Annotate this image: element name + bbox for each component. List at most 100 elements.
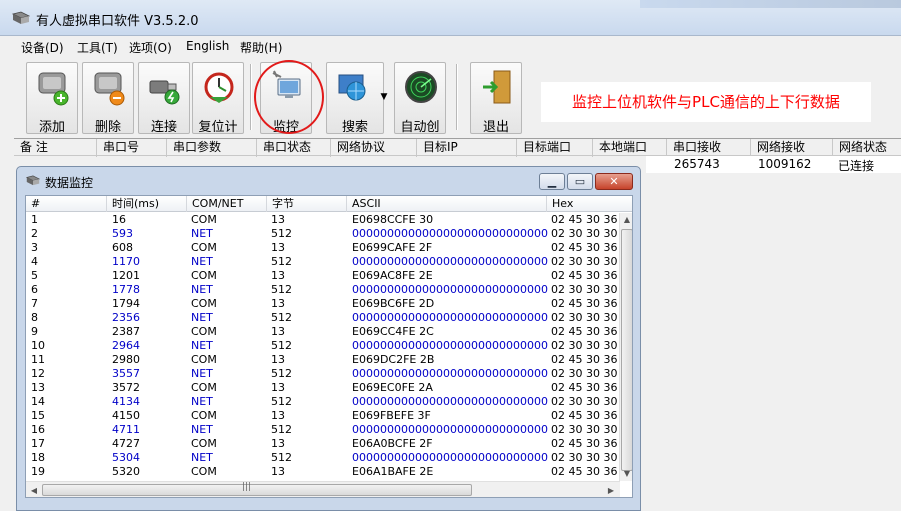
vertical-scroll-thumb[interactable] — [621, 229, 632, 471]
table-row[interactable]: 8 2356 NET 512 00000000000000000000000000000… — [26, 311, 620, 325]
row-hex: 02 30 30 30 3 — [551, 311, 617, 324]
net-status-value: 已连接 — [838, 159, 875, 173]
col-index[interactable]: # — [26, 196, 106, 212]
col-local-port[interactable]: 本地端口 — [592, 139, 666, 157]
table-row[interactable]: 16 4711 NET 512 0000000000000000000000000000… — [26, 423, 620, 437]
col-time[interactable]: 时间(ms) — [106, 196, 186, 212]
search-globe-icon — [338, 74, 366, 101]
row-time: 1794 — [112, 297, 140, 310]
menu-help[interactable]: 帮助(H) — [240, 39, 282, 56]
table-row[interactable]: 18 5304 NET 512 0000000000000000000000000000… — [26, 451, 620, 465]
row-ascii: 00000000000000000000000000000... — [352, 339, 548, 352]
table-row[interactable]: 9 2387 COM 13 E069CC4FE 2C 02 45 30 36 3 — [26, 325, 620, 339]
row-ascii: E0699CAFE 2F — [352, 241, 433, 254]
row-index: 4 — [31, 255, 38, 268]
monitor-dialog: 数据监控 ▁ ▭ ✕ # 时间(ms) COM/NET 字节 ASCII Hex… — [16, 166, 641, 511]
delete-button[interactable]: 删除 — [82, 62, 134, 135]
col-bytes[interactable]: 字节 — [266, 196, 346, 212]
row-hex: 02 45 30 36 3 — [551, 353, 617, 366]
table-row[interactable]: 11 2980 COM 13 E069DC2FE 2B 02 45 30 36 3 — [26, 353, 620, 367]
row-index: 12 — [31, 367, 45, 380]
app-icon — [26, 175, 40, 186]
row-source: COM — [191, 325, 217, 338]
row-time: 4134 — [112, 395, 140, 408]
table-row[interactable]: 6 1778 NET 512 00000000000000000000000000000… — [26, 283, 620, 297]
row-hex: 02 30 30 30 3 — [551, 423, 617, 436]
search-button[interactable]: 搜索 — [326, 62, 384, 135]
exit-button[interactable]: 退出 — [470, 62, 522, 135]
toolbar-separator — [456, 64, 458, 130]
close-icon: ✕ — [609, 175, 619, 188]
search-dropdown-arrow-icon[interactable]: ▼ — [378, 92, 390, 102]
horizontal-scrollbar[interactable]: ◀ ||| ▶ — [26, 481, 620, 497]
reset-timer-icon — [204, 72, 234, 103]
table-row[interactable]: 19 5320 COM 13 E06A1BAFE 2E 02 45 30 36 4 — [26, 465, 620, 479]
add-button[interactable]: 添加 — [26, 62, 78, 135]
reset-count-button[interactable]: 复位计数 — [192, 62, 244, 154]
row-time: 3557 — [112, 367, 140, 380]
monitor-grid: # 时间(ms) COM/NET 字节 ASCII Hex 1 16 COM 13 E0… — [25, 195, 633, 498]
minimize-icon: ▁ — [547, 175, 557, 188]
menu-english[interactable]: English — [186, 39, 229, 53]
row-ascii: 00000000000000000000000000000... — [352, 227, 548, 240]
table-row[interactable]: 7 1794 COM 13 E069BC6FE 2D 02 45 30 36 3 — [26, 297, 620, 311]
menu-tools[interactable]: 工具(T) — [77, 39, 118, 56]
row-source: COM — [191, 297, 217, 310]
row-ascii: E069CC4FE 2C — [352, 325, 434, 338]
table-row[interactable]: 2 593 NET 512 00000000000000000000000000000.… — [26, 227, 620, 241]
col-serial-rx[interactable]: 串口接收 — [666, 139, 750, 157]
row-index: 18 — [31, 451, 45, 464]
col-hex[interactable]: Hex — [546, 196, 632, 212]
col-ascii[interactable]: ASCII — [346, 196, 546, 212]
table-row[interactable]: 5 1201 COM 13 E069AC8FE 2E 02 45 30 36 3 — [26, 269, 620, 283]
app-icon — [12, 11, 30, 24]
vertical-scrollbar[interactable]: ▲ ▼ — [619, 213, 632, 481]
scroll-down-icon[interactable]: ▼ — [620, 467, 632, 481]
maximize-button[interactable]: ▭ — [567, 173, 593, 190]
col-net-protocol[interactable]: 网络协议 — [330, 139, 416, 157]
col-net-status[interactable]: 网络状态 — [832, 139, 901, 157]
scroll-right-icon[interactable]: ▶ — [604, 484, 618, 497]
col-port-status[interactable]: 串口状态 — [256, 139, 330, 157]
col-net-rx[interactable]: 网络接收 — [750, 139, 832, 157]
col-com-net[interactable]: COM/NET — [186, 196, 266, 212]
port-table-row[interactable]: 265743 1009162 已连接 — [646, 156, 901, 173]
col-port-params[interactable]: 串口参数 — [166, 139, 256, 157]
minimize-button[interactable]: ▁ — [539, 173, 565, 190]
menu-device[interactable]: 设备(D) — [21, 39, 64, 56]
table-row[interactable]: 1 16 COM 13 E0698CCFE 30 02 45 30 36 3 — [26, 213, 620, 227]
connect-plug-icon — [149, 80, 180, 105]
menu-bar: 设备(D) 工具(T) 选项(O) English 帮助(H) — [0, 36, 901, 58]
row-ascii: E069AC8FE 2E — [352, 269, 433, 282]
col-port-number[interactable]: 串口号 — [96, 139, 166, 157]
row-hex: 02 30 30 30 3 — [551, 451, 617, 464]
col-remark[interactable]: 备 注 — [14, 139, 96, 157]
table-row[interactable]: 10 2964 NET 512 0000000000000000000000000000… — [26, 339, 620, 353]
row-time: 608 — [112, 241, 133, 254]
horizontal-scroll-thumb[interactable] — [42, 484, 472, 496]
table-row[interactable]: 17 4727 COM 13 E06A0BCFE 2F 02 45 30 36 4 — [26, 437, 620, 451]
table-row[interactable]: 4 1170 NET 512 00000000000000000000000000000… — [26, 255, 620, 269]
dialog-title: 数据监控 — [45, 176, 94, 190]
row-time: 2387 — [112, 325, 140, 338]
main-window: 有人虚拟串口软件 V3.5.2.0 设备(D) 工具(T) 选项(O) Engl… — [0, 0, 901, 511]
scroll-left-icon[interactable]: ◀ — [27, 484, 41, 497]
auto-create-button[interactable]: 自动创建 — [394, 62, 446, 154]
row-index: 15 — [31, 409, 45, 422]
row-bytes: 13 — [271, 297, 285, 310]
table-row[interactable]: 15 4150 COM 13 E069FBEFE 3F 02 45 30 36 3 — [26, 409, 620, 423]
table-row[interactable]: 3 608 COM 13 E0699CAFE 2F 02 45 30 36 3 — [26, 241, 620, 255]
table-row[interactable]: 14 4134 NET 512 0000000000000000000000000000… — [26, 395, 620, 409]
col-target-ip[interactable]: 目标IP — [416, 139, 516, 157]
connect-button[interactable]: 连接 — [138, 62, 190, 135]
col-target-port[interactable]: 目标端口 — [516, 139, 592, 157]
table-row[interactable]: 12 3557 NET 512 0000000000000000000000000000… — [26, 367, 620, 381]
menu-options[interactable]: 选项(O) — [129, 39, 172, 56]
row-bytes: 13 — [271, 437, 285, 450]
close-button[interactable]: ✕ — [595, 173, 633, 190]
row-source: NET — [191, 255, 213, 268]
net-rx-value: 1009162 — [758, 157, 812, 171]
row-bytes: 13 — [271, 213, 285, 226]
table-row[interactable]: 13 3572 COM 13 E069EC0FE 2A 02 45 30 36 3 — [26, 381, 620, 395]
scroll-up-icon[interactable]: ▲ — [620, 213, 632, 227]
